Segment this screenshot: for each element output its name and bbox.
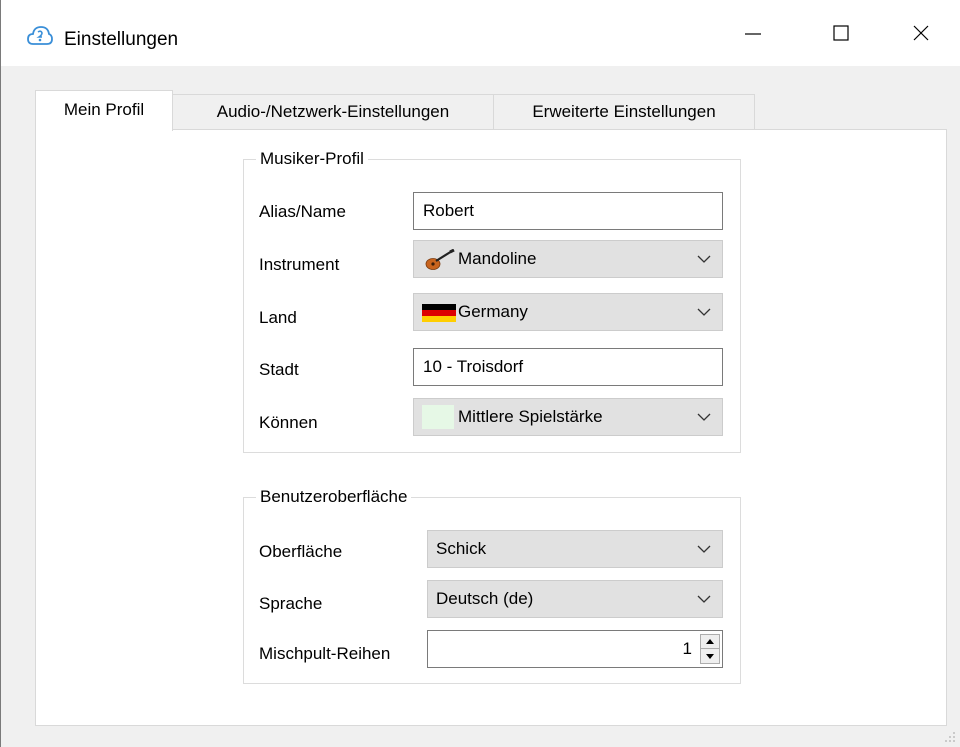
mixer-rows-value: 1 — [682, 639, 692, 658]
settings-window: Einstellungen Mein Profil Audio-/Netzwer… — [0, 0, 960, 747]
spin-up-button[interactable] — [701, 635, 719, 649]
alias-label: Alias/Name — [259, 202, 346, 221]
skin-select[interactable]: Schick — [427, 530, 723, 568]
instrument-select[interactable]: Mandoline — [413, 240, 723, 278]
minimize-icon — [745, 33, 761, 35]
skill-value: Mittlere Spielstärke — [458, 407, 603, 426]
musician-profile-group: Musiker-Profil Alias/Name Robert Instrum… — [243, 147, 741, 453]
chevron-down-icon — [697, 595, 711, 603]
tab-label: Audio-/Netzwerk-Einstellungen — [216, 102, 450, 121]
window-title: Einstellungen — [64, 29, 179, 50]
city-input[interactable]: 10 - Troisdorf — [413, 348, 723, 386]
minimize-button[interactable] — [713, 0, 793, 66]
resize-grip-icon[interactable] — [944, 731, 956, 743]
user-interface-group: Benutzeroberfläche Oberfläche Schick Spr… — [243, 485, 741, 684]
tab-page-mein-profil: Musiker-Profil Alias/Name Robert Instrum… — [35, 129, 947, 726]
maximize-icon — [833, 25, 849, 41]
spin-down-button[interactable] — [701, 649, 719, 663]
mixer-rows-spinbox[interactable]: 1 — [427, 630, 723, 668]
close-icon — [913, 25, 929, 41]
language-value: Deutsch (de) — [436, 589, 534, 608]
country-value: Germany — [458, 302, 528, 321]
germany-flag-icon — [422, 304, 456, 322]
country-label: Land — [259, 308, 297, 327]
spin-buttons — [700, 634, 720, 664]
skill-color-swatch — [422, 405, 454, 429]
tab-mein-profil[interactable]: Mein Profil — [35, 90, 173, 131]
mixer-rows-label: Mischpult-Reihen — [259, 644, 391, 663]
maximize-button[interactable] — [801, 0, 881, 66]
app-cloud-icon — [27, 26, 53, 45]
chevron-down-icon — [697, 545, 711, 553]
group-title: Musiker-Profil — [256, 147, 368, 171]
skin-value: Schick — [436, 539, 487, 558]
tab-audio-netzwerk[interactable]: Audio-/Netzwerk-Einstellungen — [172, 94, 494, 130]
skin-label: Oberfläche — [259, 542, 343, 561]
chevron-down-icon — [697, 255, 711, 263]
close-button[interactable] — [881, 0, 960, 66]
language-select[interactable]: Deutsch (de) — [427, 580, 723, 618]
city-label: Stadt — [259, 360, 299, 379]
skill-select[interactable]: Mittlere Spielstärke — [413, 398, 723, 436]
mandolin-icon — [425, 249, 455, 270]
tab-erweiterte[interactable]: Erweiterte Einstellungen — [493, 94, 755, 130]
skill-label: Können — [259, 413, 318, 432]
triangle-up-icon — [706, 639, 714, 644]
tab-label: Erweiterte Einstellungen — [532, 102, 716, 121]
instrument-value: Mandoline — [458, 249, 537, 268]
country-select[interactable]: Germany — [413, 293, 723, 331]
group-title: Benutzeroberfläche — [256, 485, 412, 509]
language-label: Sprache — [259, 594, 323, 613]
title-bar[interactable]: Einstellungen — [1, 0, 960, 66]
alias-input[interactable]: Robert — [413, 192, 723, 230]
triangle-down-icon — [706, 653, 714, 659]
chevron-down-icon — [697, 413, 711, 421]
tab-label: Mein Profil — [63, 100, 145, 119]
instrument-label: Instrument — [259, 255, 340, 274]
chevron-down-icon — [697, 308, 711, 316]
